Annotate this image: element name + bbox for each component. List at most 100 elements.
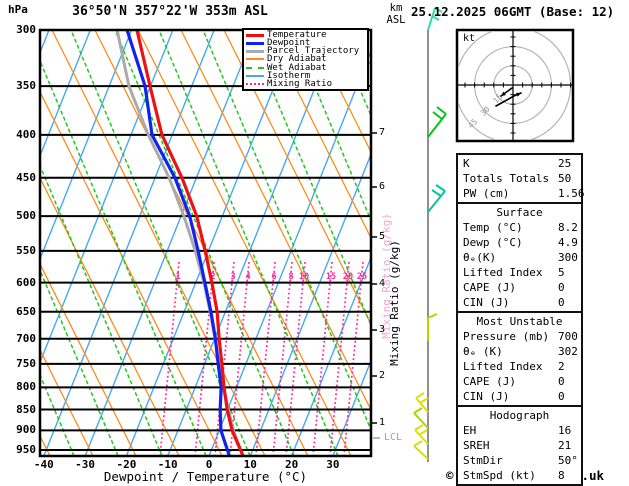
row-label: θₑ(K) xyxy=(463,251,497,264)
legend-swatch-dewpoint xyxy=(246,41,264,45)
mixing-ratio-tick-label: 8 xyxy=(288,272,293,282)
pressure-tick-label: 650 xyxy=(16,304,36,318)
legend-swatch-wet-adiabat xyxy=(246,66,264,69)
km-tick-label: 7 xyxy=(379,127,386,138)
wind-barb xyxy=(413,440,423,447)
legend-item: Mixing Ratio xyxy=(246,79,367,88)
table-row: CAPE (J) 0 xyxy=(458,374,581,389)
pressure-tick-label: 700 xyxy=(16,331,36,345)
wet-adiabat-line xyxy=(202,30,371,432)
row-label: SREH xyxy=(463,439,490,452)
mixing-ratio-tick-label: 20 xyxy=(343,272,353,282)
row-label: Lifted Index xyxy=(463,266,543,279)
indices-table-surface: Surface Temp (°C) 8.2 Dewp (°C) 4.9 θₑ(K) 300 L… xyxy=(456,202,583,313)
table-header: Surface xyxy=(496,206,543,219)
legend-swatch-parcel-trajectory xyxy=(246,49,264,53)
legend-swatch-dry-adiabat xyxy=(246,58,264,61)
legend-box: Temperature Dewpoint Parcel Trajectory Dry … xyxy=(242,28,369,91)
mixing-ratio-line xyxy=(343,261,364,456)
mixing-ratio-tick-label: 1 xyxy=(175,272,180,282)
row-label: StmSpd (kt) xyxy=(463,469,536,482)
table-row: StmSpd (kt) 8 xyxy=(458,468,581,483)
row-value: 50 xyxy=(558,172,572,185)
km-unit: km xyxy=(389,2,403,14)
legend-swatch-temperature xyxy=(246,33,264,37)
table-row: Pressure (mb) 700 xyxy=(458,329,581,344)
row-label: Totals Totals xyxy=(463,172,550,185)
wet-adiabat-line xyxy=(40,59,207,456)
pressure-tick-label: 800 xyxy=(16,380,36,394)
dry-adiabat-line xyxy=(266,30,371,240)
row-value: 4.9 xyxy=(558,236,578,249)
dry-adiabat-line xyxy=(223,30,371,326)
station-title: 36°50'N 357°22'W 353m ASL xyxy=(72,4,268,19)
pressure-tick-label: 750 xyxy=(16,356,36,370)
row-label: EH xyxy=(463,424,477,437)
indices-table-hodograph: Hodograph EH 16 SREH 21 StmDir 50° StmSpd (kt) 8 xyxy=(456,405,583,486)
row-value: 25 xyxy=(558,157,572,170)
row-value: 0 xyxy=(558,390,565,403)
wind-barb xyxy=(431,189,442,197)
pressure-tick-label: 350 xyxy=(16,79,36,93)
row-label: CAPE (J) xyxy=(463,375,516,388)
wind-barb xyxy=(413,407,423,414)
isotherm-line xyxy=(43,30,215,456)
table-row: SREH 21 xyxy=(458,438,581,453)
valid-datetime: 25.12.2025 06GMT (Base: 12) xyxy=(411,4,615,19)
table-row: EH 16 xyxy=(458,423,581,438)
pressure-tick-label: 300 xyxy=(16,23,36,36)
mixing-ratio-tick-label: 10 xyxy=(299,272,309,282)
row-value: 8.2 xyxy=(558,221,578,234)
km-tick-label: 3 xyxy=(379,324,386,335)
row-value: 0 xyxy=(558,296,565,309)
km-tick-label: 5 xyxy=(379,231,386,242)
row-label: Dewp (°C) xyxy=(463,236,523,249)
row-label: CIN (J) xyxy=(463,390,510,403)
mixing-axis-label: Mixing Ratio (g/kg) xyxy=(388,240,401,366)
row-value: 0 xyxy=(558,281,565,294)
row-value: 8 xyxy=(558,469,565,482)
table-header: Most Unstable xyxy=(476,315,563,328)
isotherm-line xyxy=(208,49,371,456)
row-label: CAPE (J) xyxy=(463,281,516,294)
km-tick-label: 6 xyxy=(379,181,386,192)
pressure-tick-label: 850 xyxy=(16,402,36,416)
table-row: Lifted Index 5 xyxy=(458,265,581,280)
row-label: K xyxy=(463,157,470,170)
indices-table-most-unstable: Most Unstable Pressure (mb) 700 θₑ (K) 302 Li… xyxy=(456,311,583,407)
wind-barb xyxy=(436,106,447,115)
row-label: PW (cm) xyxy=(463,187,510,200)
pressure-tick-label: 450 xyxy=(16,170,36,184)
altitude-axis-unit: km ASL xyxy=(384,2,408,26)
wind-barb xyxy=(427,113,447,138)
hodograph-unit-label: kt xyxy=(463,33,476,44)
row-value: 16 xyxy=(558,424,572,437)
legend-swatch-mixing-ratio xyxy=(246,82,264,85)
row-label: CIN (J) xyxy=(463,296,510,309)
table-row: PW (cm) 1.56 xyxy=(458,186,585,201)
row-value: 21 xyxy=(558,439,572,452)
table-row: K 25 xyxy=(458,156,581,171)
table-row: Totals Totals 50 xyxy=(458,171,581,186)
mixing-ratio-tick-label: 3 xyxy=(230,272,235,282)
skewt-sounding-page: 1 2 3 4 6 8 10 15 20 25 Mixing Ratio (g/kg) Mixing … xyxy=(0,0,629,486)
wind-barb xyxy=(413,445,429,460)
table-header: Hodograph xyxy=(489,409,550,422)
wind-barb xyxy=(418,429,428,436)
row-label: θₑ (K) xyxy=(463,345,503,358)
km-tick-label: 1 xyxy=(379,417,386,428)
row-value: 302 xyxy=(558,345,578,358)
row-label: StmDir xyxy=(463,454,503,467)
table-row: StmDir 50° xyxy=(458,453,581,468)
row-value: 50° xyxy=(558,454,578,467)
mixing-ratio-tick-label: 6 xyxy=(271,272,276,282)
dry-adiabat-line xyxy=(94,30,309,456)
row-label: Lifted Index xyxy=(463,360,543,373)
table-row: CIN (J) 0 xyxy=(458,389,581,404)
pressure-tick-label: 600 xyxy=(16,275,36,289)
wet-adiabat-line xyxy=(158,30,339,456)
x-axis-title: Dewpoint / Temperature (°C) xyxy=(103,469,308,484)
row-value: 300 xyxy=(558,251,578,264)
pressure-tick-label: 500 xyxy=(16,209,36,223)
row-value: 5 xyxy=(558,266,565,279)
